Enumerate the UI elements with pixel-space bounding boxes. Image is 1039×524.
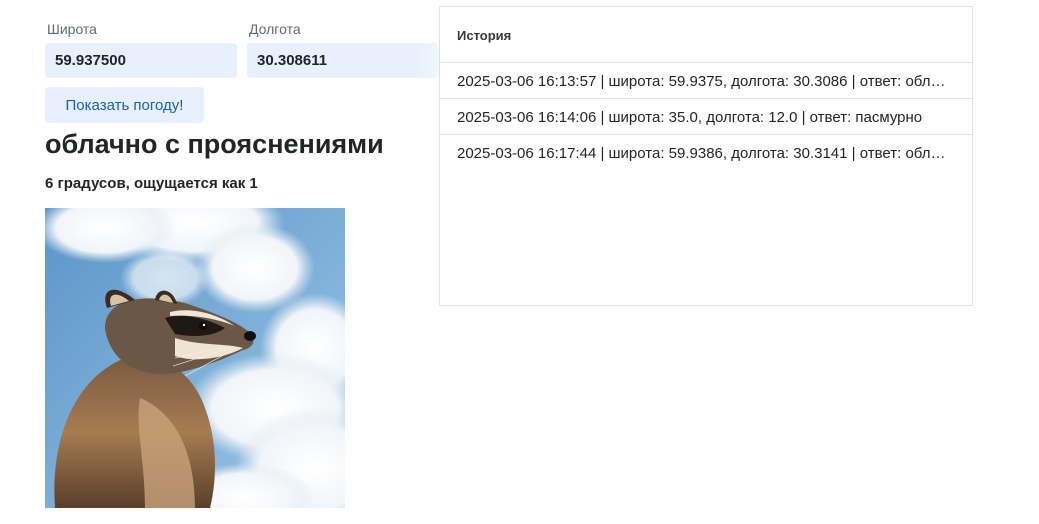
longitude-label: Долгота	[249, 21, 301, 37]
temperature-details: 6 градусов, ощущается как 1	[45, 175, 258, 192]
history-item: 2025-03-06 16:14:06 | широта: 35.0, долг…	[440, 99, 972, 135]
history-panel: История 2025-03-06 16:13:57 | широта: 59…	[439, 6, 973, 306]
latitude-input[interactable]	[45, 43, 237, 78]
show-weather-button[interactable]: Показать погоду!	[45, 87, 204, 123]
weather-page: Широта Долгота Показать погоду! облачно …	[0, 0, 1039, 524]
history-item: 2025-03-06 16:17:44 | широта: 59.9386, д…	[457, 145, 972, 162]
history-title: История	[440, 7, 972, 63]
weather-condition: облачно с прояснениями	[45, 129, 384, 159]
history-item: 2025-03-06 16:13:57 | широта: 59.9375, д…	[440, 63, 972, 99]
raccoon-photo	[45, 208, 345, 508]
latitude-label: Широта	[47, 21, 97, 37]
longitude-input[interactable]	[247, 43, 439, 78]
